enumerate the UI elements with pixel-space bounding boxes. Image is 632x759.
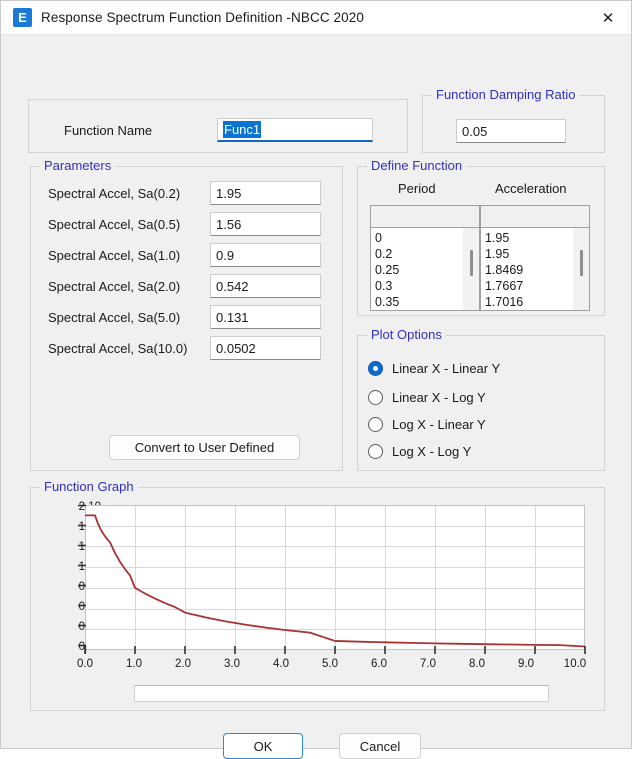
function-graph-legend: Function Graph <box>40 479 138 494</box>
radio-label: Linear X - Log Y <box>392 390 486 405</box>
parameters-legend: Parameters <box>40 158 116 173</box>
list-item[interactable]: 1.7667 <box>485 278 573 294</box>
list-item[interactable]: 0.3 <box>375 278 463 294</box>
acceleration-listbox-body: 1.95 1.95 1.8469 1.7667 1.7016 <box>481 228 589 310</box>
acceleration-items: 1.95 1.95 1.8469 1.7667 1.7016 <box>481 228 573 310</box>
param-input-1[interactable]: 1.56 <box>210 212 321 236</box>
radio-icon <box>368 444 383 459</box>
acceleration-listbox[interactable]: 1.95 1.95 1.8469 1.7667 1.7016 <box>480 205 590 311</box>
param-label-4: Spectral Accel, Sa(5.0) <box>48 310 181 325</box>
param-input-5[interactable]: 0.0502 <box>210 336 321 360</box>
param-label-2: Spectral Accel, Sa(1.0) <box>48 248 181 263</box>
function-name-value: Func1 <box>223 121 262 138</box>
ok-button[interactable]: OK <box>223 733 303 759</box>
radio-log-x-log-y[interactable]: Log X - Log Y <box>368 444 471 459</box>
radio-label: Log X - Log Y <box>392 444 472 459</box>
radio-linear-x-log-y[interactable]: Linear X - Log Y <box>368 390 486 405</box>
param-label-0: Spectral Accel, Sa(0.2) <box>48 186 181 201</box>
list-item[interactable]: 0.35 <box>375 294 463 310</box>
radio-icon-selected <box>368 361 383 376</box>
param-input-4[interactable]: 0.131 <box>210 305 321 329</box>
acceleration-column-header: Acceleration <box>495 181 567 196</box>
convert-to-user-defined-button[interactable]: Convert to User Defined <box>109 435 300 460</box>
acceleration-listbox-header <box>481 206 589 228</box>
radio-icon <box>368 390 383 405</box>
period-listbox[interactable]: 0 0.2 0.25 0.3 0.35 <box>370 205 480 311</box>
list-item[interactable]: 0.2 <box>375 246 463 262</box>
define-function-legend: Define Function <box>367 158 467 173</box>
app-icon: E <box>13 8 32 27</box>
list-item[interactable]: 1.95 <box>485 246 573 262</box>
period-listbox-header <box>371 206 479 228</box>
plot-options-legend: Plot Options <box>367 327 446 342</box>
cancel-button[interactable]: Cancel <box>339 733 421 759</box>
list-item[interactable]: 0 <box>375 230 463 246</box>
window-title: Response Spectrum Function Definition -N… <box>41 10 364 25</box>
chart-axes <box>78 504 586 654</box>
period-scrollbar[interactable] <box>463 228 479 310</box>
param-label-3: Spectral Accel, Sa(2.0) <box>48 279 181 294</box>
list-item[interactable]: 1.8469 <box>485 262 573 278</box>
damping-ratio-input[interactable]: 0.05 <box>456 119 566 143</box>
close-icon[interactable]: ✕ <box>585 1 631 34</box>
list-item[interactable]: 1.95 <box>485 230 573 246</box>
title-bar: E Response Spectrum Function Definition … <box>1 1 631 34</box>
function-name-label: Function Name <box>64 123 153 138</box>
dialog-body: Function Name Func1 Function Damping Rat… <box>1 35 631 759</box>
period-listbox-body: 0 0.2 0.25 0.3 0.35 <box>371 228 479 310</box>
period-scrollbar-thumb[interactable] <box>470 250 473 276</box>
radio-linear-x-linear-y[interactable]: Linear X - Linear Y <box>368 361 500 376</box>
list-item[interactable]: 0.25 <box>375 262 463 278</box>
param-label-1: Spectral Accel, Sa(0.5) <box>48 217 181 232</box>
list-item[interactable]: 1.7016 <box>485 294 573 310</box>
graph-horizontal-scrollbar[interactable] <box>134 685 549 702</box>
period-items: 0 0.2 0.25 0.3 0.35 <box>371 228 463 310</box>
acceleration-scrollbar[interactable] <box>573 228 589 310</box>
dialog-window: E Response Spectrum Function Definition … <box>0 0 632 759</box>
damping-ratio-legend: Function Damping Ratio <box>432 87 580 102</box>
radio-label: Linear X - Linear Y <box>392 361 501 376</box>
acceleration-scrollbar-thumb[interactable] <box>580 250 583 276</box>
param-input-0[interactable]: 1.95 <box>210 181 321 205</box>
param-input-3[interactable]: 0.542 <box>210 274 321 298</box>
radio-icon <box>368 417 383 432</box>
param-input-2[interactable]: 0.9 <box>210 243 321 267</box>
radio-log-x-linear-y[interactable]: Log X - Linear Y <box>368 417 486 432</box>
function-name-input[interactable]: Func1 <box>217 118 373 142</box>
param-label-5: Spectral Accel, Sa(10.0) <box>48 341 188 356</box>
radio-label: Log X - Linear Y <box>392 417 486 432</box>
period-column-header: Period <box>398 181 436 196</box>
